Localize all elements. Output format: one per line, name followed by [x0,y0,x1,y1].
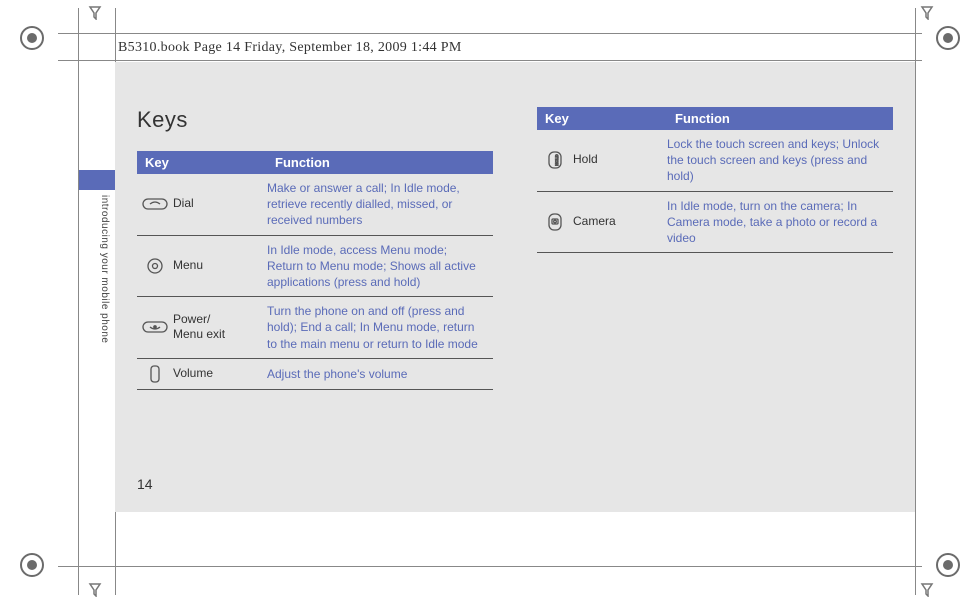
table-row: Volume Adjust the phone's volume [137,359,493,390]
funnel-icon [88,583,102,597]
volume-key-icon [137,365,173,383]
dial-key-icon [137,195,173,213]
crop-mark-icon [936,553,960,577]
funnel-icon [920,6,934,20]
funnel-icon [920,583,934,597]
crop-line [915,8,916,595]
table-row: Camera In Idle mode, turn on the camera;… [537,192,893,254]
table-header: Key Function [137,151,493,174]
key-function: In Idle mode, access Menu mode; Return t… [267,242,485,291]
funnel-icon [88,6,102,20]
th-key: Key [545,111,675,126]
key-function: Turn the phone on and off (press and hol… [267,303,485,352]
crop-line [58,566,922,567]
table-header: Key Function [537,107,893,130]
svg-text:HOLD: HOLD [554,155,559,166]
right-column: Key Function HOLD Hold Lock the touch sc… [537,107,893,390]
side-running-head: introducing your mobile phone [99,195,110,343]
key-name: Volume [173,366,267,382]
page-number: 14 [137,476,153,492]
key-function: Make or answer a call; In Idle mode, ret… [267,180,485,229]
crop-line [58,60,922,61]
section-heading: Keys [137,107,493,133]
menu-key-icon [137,257,173,275]
camera-key-icon [537,213,573,231]
key-name: Menu [173,258,267,274]
key-function: Adjust the phone's volume [267,366,485,382]
left-column: Keys Key Function Dial Make or answer a … [137,107,493,390]
key-name: Dial [173,196,267,212]
table-row: Dial Make or answer a call; In Idle mode… [137,174,493,236]
hold-key-icon: HOLD [537,151,573,169]
document-header-note: B5310.book Page 14 Friday, September 18,… [118,40,462,56]
th-function: Function [675,111,885,126]
crop-mark-icon [20,553,44,577]
table-row: HOLD Hold Lock the touch screen and keys… [537,130,893,192]
key-function: Lock the touch screen and keys; Unlock t… [667,136,885,185]
crop-line [78,8,79,595]
key-function: In Idle mode, turn on the camera; In Cam… [667,198,885,247]
crop-line [58,33,922,34]
crop-mark-icon [936,26,960,50]
key-name: Hold [573,152,667,168]
key-name: Camera [573,214,667,230]
thumb-tab [79,170,115,190]
power-key-icon [137,318,173,336]
key-name: Power/ Menu exit [173,312,267,343]
crop-mark-icon [20,26,44,50]
table-row: Power/ Menu exit Turn the phone on and o… [137,297,493,359]
table-row: Menu In Idle mode, access Menu mode; Ret… [137,236,493,298]
th-key: Key [145,155,275,170]
page-body: 14 Keys Key Function Dial Make or answer… [115,62,915,512]
th-function: Function [275,155,485,170]
